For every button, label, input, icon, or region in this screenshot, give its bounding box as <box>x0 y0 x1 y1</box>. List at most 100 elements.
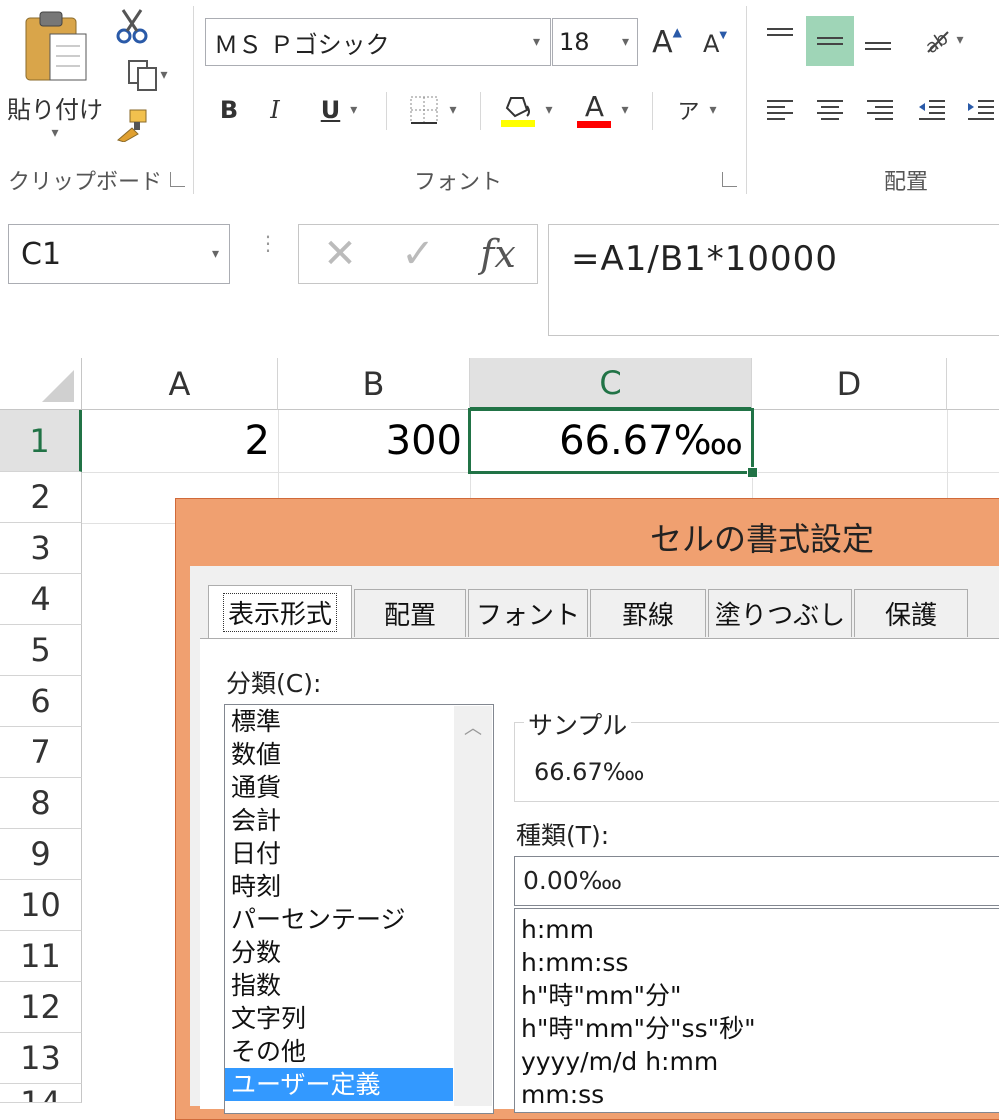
dialog-title: セルの書式設定 <box>650 520 875 558</box>
row-header-6[interactable]: 6 <box>0 676 82 727</box>
row-header-9[interactable]: 9 <box>0 829 82 880</box>
insert-function-button[interactable]: fx <box>468 228 528 280</box>
bold-button[interactable]: B <box>212 90 246 130</box>
border-dropdown-icon[interactable]: ▾ <box>449 102 456 118</box>
orientation-dropdown-icon[interactable]: ▾ <box>956 32 963 48</box>
row-header-4[interactable]: 4 <box>0 574 82 625</box>
list-item[interactable]: 会計 <box>225 804 493 837</box>
align-bottom-button[interactable] <box>858 16 898 62</box>
list-item-selected[interactable]: ユーザー定義 <box>225 1068 453 1101</box>
decrease-indent-button[interactable] <box>912 90 952 130</box>
row-header-7[interactable]: 7 <box>0 727 82 778</box>
select-all-corner[interactable] <box>0 358 82 410</box>
cancel-button[interactable]: ✕ <box>314 228 366 280</box>
row-header-1[interactable]: 1 <box>0 410 82 472</box>
underline-dropdown-icon[interactable]: ▾ <box>350 102 357 118</box>
format-painter-button[interactable] <box>112 105 152 145</box>
type-listbox[interactable]: h:mm h:mm:ss h"時"mm"分" h"時"mm"分"ss"秒" yy… <box>514 908 999 1113</box>
type-input[interactable]: 0.00‱ <box>514 856 999 906</box>
list-item[interactable]: 通貨 <box>225 771 493 804</box>
list-item[interactable]: h:mm <box>515 913 999 946</box>
paste-button[interactable]: 貼り付け ▾ <box>0 8 110 158</box>
align-left-button[interactable] <box>760 90 800 130</box>
row-header-10[interactable]: 10 <box>0 880 82 931</box>
row-header-2[interactable]: 2 <box>0 472 82 523</box>
tab-alignment[interactable]: 配置 <box>354 589 466 637</box>
font-name-dropdown-icon[interactable]: ▾ <box>533 34 540 50</box>
phonetic-dropdown-icon[interactable]: ▾ <box>709 102 716 118</box>
tab-font[interactable]: フォント <box>468 589 588 637</box>
list-item[interactable]: パーセンテージ <box>225 903 493 936</box>
align-middle-button[interactable] <box>806 16 854 66</box>
row-header-12[interactable]: 12 <box>0 982 82 1033</box>
copy-dropdown-icon[interactable]: ▾ <box>160 67 167 83</box>
column-header-c[interactable]: C <box>470 358 752 410</box>
tab-number[interactable]: 表示形式 <box>208 585 352 639</box>
grow-font-button[interactable]: A ▲ <box>648 22 686 62</box>
fill-color-button[interactable]: ▾ <box>494 88 560 132</box>
align-right-button[interactable] <box>860 90 900 130</box>
row-header-11[interactable]: 11 <box>0 931 82 982</box>
list-item[interactable]: 文字列 <box>225 1002 493 1035</box>
column-header-e[interactable] <box>947 358 999 410</box>
italic-button[interactable]: I <box>258 90 292 130</box>
tab-border[interactable]: 罫線 <box>590 589 706 637</box>
tab-fill[interactable]: 塗りつぶし <box>708 589 852 637</box>
font-size-combo[interactable]: 18 ▾ <box>552 18 638 66</box>
formula-input[interactable]: =A1/B1*10000 <box>548 224 999 336</box>
list-item[interactable]: 数値 <box>225 738 493 771</box>
font-color-dropdown-icon[interactable]: ▾ <box>621 102 628 118</box>
list-item[interactable]: 日付 <box>225 837 493 870</box>
row-header-8[interactable]: 8 <box>0 778 82 829</box>
cell-b1[interactable]: 300 <box>278 410 470 472</box>
decrease-indent-icon <box>919 100 945 120</box>
align-center-button[interactable] <box>810 90 850 130</box>
scroll-up-icon[interactable]: ︿ <box>454 714 492 740</box>
column-header-a[interactable]: A <box>82 358 278 410</box>
font-size-dropdown-icon[interactable]: ▾ <box>622 34 629 50</box>
list-item[interactable]: h"時"mm"分"ss"秒" <box>515 1012 999 1045</box>
row-header-5[interactable]: 5 <box>0 625 82 676</box>
tab-protection[interactable]: 保護 <box>854 589 968 637</box>
paste-dropdown-icon[interactable]: ▾ <box>51 125 58 141</box>
list-item[interactable]: 分数 <box>225 936 493 969</box>
list-item[interactable]: h"時"mm"分" <box>515 979 999 1012</box>
row-header-13[interactable]: 13 <box>0 1033 82 1084</box>
underline-button[interactable]: U ▾ <box>306 90 372 130</box>
align-top-button[interactable] <box>760 16 800 62</box>
formula-bar-splitter[interactable]: ⋮ <box>258 233 278 268</box>
list-item[interactable]: 時刻 <box>225 870 493 903</box>
row-header-14[interactable]: 14 <box>0 1084 82 1103</box>
type-label: 種類(T): <box>516 821 610 850</box>
cell-a1[interactable]: 2 <box>82 410 278 472</box>
copy-button[interactable]: ▾ <box>112 55 182 95</box>
clipboard-launcher-icon[interactable] <box>170 172 185 187</box>
fill-handle[interactable] <box>747 467 758 478</box>
column-header-b[interactable]: B <box>278 358 470 410</box>
align-bottom-icon <box>865 42 891 50</box>
list-item[interactable]: yyyy/m/d h:mm <box>515 1045 999 1078</box>
row-header-3[interactable]: 3 <box>0 523 82 574</box>
category-scrollbar[interactable]: ︿ <box>454 706 492 1106</box>
border-button[interactable]: ▾ <box>400 90 466 130</box>
list-item[interactable]: h:mm:ss <box>515 946 999 979</box>
name-box-dropdown-icon[interactable]: ▾ <box>212 246 219 262</box>
enter-button[interactable]: ✓ <box>392 228 444 280</box>
font-launcher-icon[interactable] <box>722 172 737 187</box>
cell-c1[interactable]: 66.67‱ <box>468 408 754 474</box>
column-header-d[interactable]: D <box>752 358 947 410</box>
list-item[interactable]: mm:ss <box>515 1078 999 1111</box>
copy-icon <box>128 60 158 91</box>
shrink-font-button[interactable]: A ▼ <box>698 26 732 62</box>
font-name-combo[interactable]: ＭＳ Ｐゴシック ▾ <box>205 18 551 66</box>
phonetic-button[interactable]: ア ▾ <box>664 88 730 132</box>
name-box[interactable]: C1 ▾ <box>8 224 230 284</box>
list-item[interactable]: 標準 <box>225 705 493 738</box>
list-item[interactable]: 指数 <box>225 969 493 1002</box>
font-color-button[interactable]: A ▾ <box>570 88 636 132</box>
cut-button[interactable] <box>112 6 152 46</box>
fill-color-dropdown-icon[interactable]: ▾ <box>545 102 552 118</box>
list-item[interactable]: その他 <box>225 1035 493 1068</box>
orientation-button[interactable]: ab ▾ <box>910 18 976 62</box>
increase-indent-button[interactable] <box>962 90 999 130</box>
